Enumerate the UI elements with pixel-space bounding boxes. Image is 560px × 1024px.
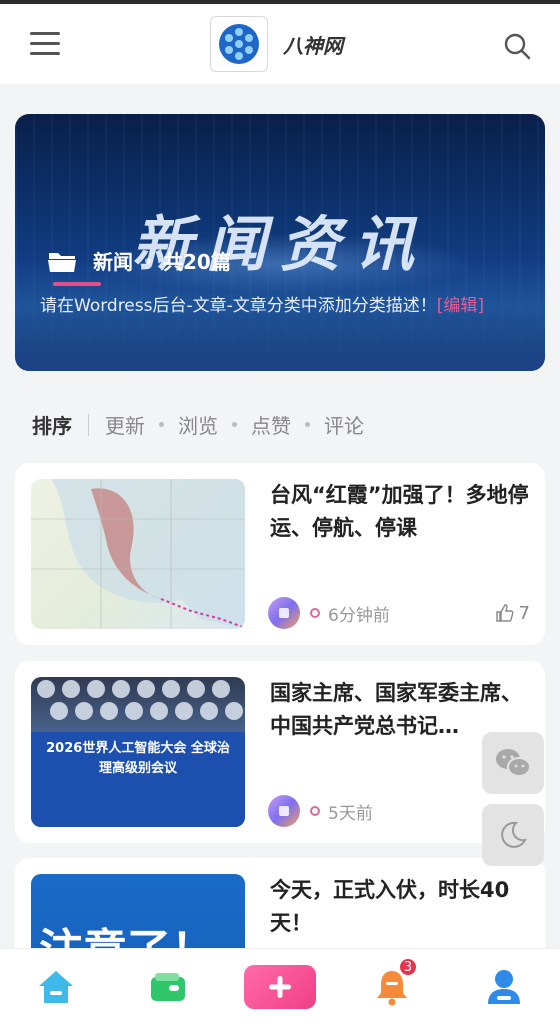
category-name: 新闻 [93,250,133,274]
home-icon [39,971,73,1003]
site-logo[interactable] [210,16,268,72]
post-card[interactable]: 2026世界人工智能大会 全球治理高级别会议 国家主席、国家军委主席、中国共产党… [15,661,545,843]
moon-icon [501,821,527,848]
time-dot-icon [310,806,320,816]
category-banner: 新闻资讯 新闻 共20篇 请在Wordress后台-文章-文章分类中添加分类描述… [15,114,545,371]
wallet-icon [151,973,185,1001]
thumbs-up-icon [495,604,514,622]
category-count: 共20篇 [163,250,231,274]
menu-icon[interactable] [30,32,60,56]
sort-bar: 排序 更新 浏览 点赞 评论 [32,410,364,439]
post-thumbnail[interactable]: 2026世界人工智能大会 全球治理高级别会议 [31,677,245,827]
post-meta: 6分钟前 7 [268,597,530,629]
category-description: 请在Wordress后台-文章-文章分类中添加分类描述！[编辑] [40,296,485,316]
post-thumbnail[interactable] [31,479,245,629]
author-avatar[interactable] [268,795,300,827]
sort-option-comments[interactable]: 评论 [324,410,364,439]
notification-badge: 3 [398,957,418,977]
dark-mode-toggle[interactable] [482,804,544,866]
site-name: 八神网 [283,34,343,58]
sort-option-views[interactable]: 浏览 [178,410,218,439]
sort-title: 排序 [32,414,72,438]
thumbnail-caption: 2026世界人工智能大会 全球治理高级别会议 [46,741,230,776]
wechat-icon [496,749,531,777]
post-title[interactable]: 台风“红霞”加强了！多地停运、停航、停课 [270,479,532,545]
post-time: 6分钟前 [328,605,390,626]
sort-option-update[interactable]: 更新 [105,410,145,439]
edit-link[interactable]: [编辑] [437,296,484,316]
time-dot-icon [310,608,320,618]
tab-home[interactable] [20,949,92,1024]
author-avatar[interactable] [268,597,300,629]
like-count: 7 [518,602,530,624]
post-card[interactable]: 台风“红霞”加强了！多地停运、停航、停课 6分钟前 7 [15,463,545,645]
tab-wallet[interactable] [130,949,206,1024]
header: 八神网 [0,4,560,84]
like-button[interactable]: 7 [495,603,530,624]
wechat-button[interactable] [482,732,544,794]
search-icon[interactable] [503,32,531,60]
sort-option-likes[interactable]: 点赞 [251,410,291,439]
category-info: 新闻 共20篇 [47,246,231,275]
post-title[interactable]: 今天，正式入伏，时长40天！ [270,874,532,940]
user-icon [488,970,520,1004]
tab-notifications[interactable]: 3 [356,949,428,1024]
category-underline [53,282,101,286]
tab-profile[interactable] [468,949,540,1024]
tab-publish[interactable] [244,949,316,1024]
bottom-tab-bar: 3 [0,948,560,1024]
plus-icon [269,976,291,998]
post-time: 5天前 [328,803,373,824]
folder-icon [48,252,76,272]
